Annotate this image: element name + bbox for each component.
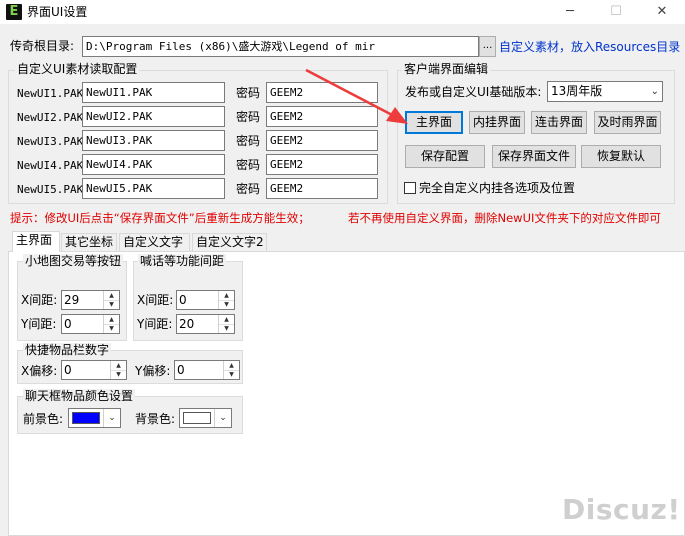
annotation-arrow bbox=[305, 68, 408, 124]
discuz-watermark: Discuz! bbox=[562, 493, 681, 526]
tab-main-ui[interactable]: 主界面 bbox=[12, 231, 60, 252]
